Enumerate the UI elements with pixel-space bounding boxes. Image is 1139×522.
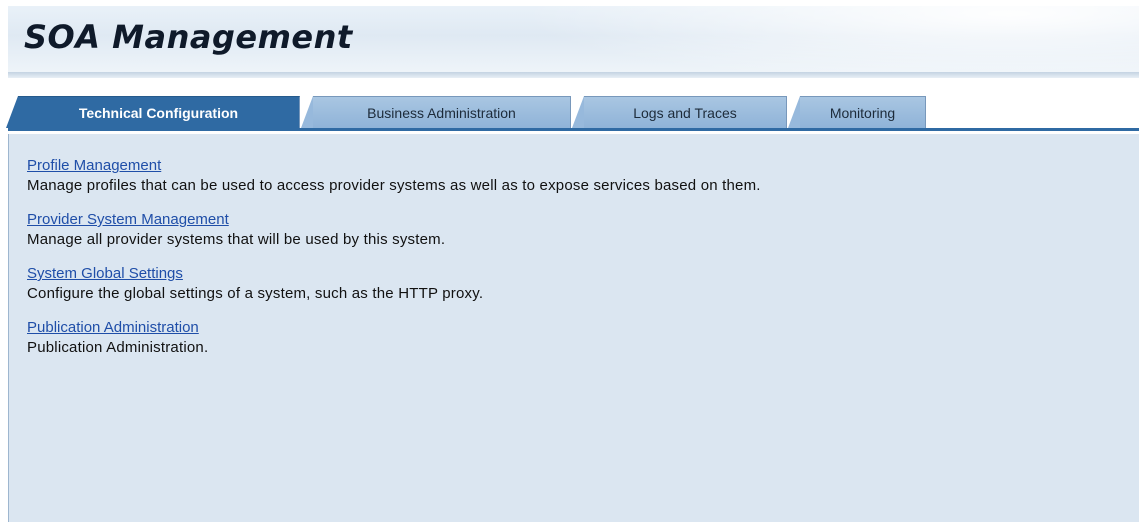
tab-label: Business Administration bbox=[367, 105, 516, 121]
tab-edge bbox=[572, 96, 584, 128]
tab-monitoring[interactable]: Monitoring bbox=[788, 96, 926, 128]
profile-management-description: Manage profiles that can be used to acce… bbox=[27, 177, 761, 194]
header-sheen bbox=[519, 6, 1139, 72]
system-global-settings-description: Configure the global settings of a syste… bbox=[27, 285, 484, 302]
tab-content-panel: Profile Management Manage profiles that … bbox=[8, 134, 1139, 522]
list-item: Publication Administration Publication A… bbox=[27, 318, 761, 358]
publication-administration-link[interactable]: Publication Administration bbox=[27, 318, 761, 338]
tab-business-administration[interactable]: Business Administration bbox=[301, 96, 571, 128]
page-header: SOA Management bbox=[8, 6, 1139, 72]
page-title: SOA Management bbox=[24, 18, 353, 56]
tab-strip: Technical Configuration Business Adminis… bbox=[6, 78, 1139, 134]
publication-administration-description: Publication Administration. bbox=[27, 339, 209, 356]
soa-management-window: SOA Management Technical Configuration B… bbox=[6, 6, 1139, 522]
tab-technical-configuration[interactable]: Technical Configuration bbox=[6, 96, 300, 128]
provider-system-management-link[interactable]: Provider System Management bbox=[27, 210, 761, 230]
provider-system-management-description: Manage all provider systems that will be… bbox=[27, 231, 446, 248]
tab-label: Logs and Traces bbox=[633, 105, 737, 121]
tab-underline bbox=[8, 128, 1139, 131]
tab-edge bbox=[788, 96, 800, 128]
system-global-settings-link[interactable]: System Global Settings bbox=[27, 264, 761, 284]
profile-management-link[interactable]: Profile Management bbox=[27, 156, 761, 176]
tab-label: Technical Configuration bbox=[78, 105, 239, 121]
tab-label: Monitoring bbox=[829, 105, 896, 121]
tab-logs-and-traces[interactable]: Logs and Traces bbox=[572, 96, 787, 128]
list-item: Provider System Management Manage all pr… bbox=[27, 210, 761, 250]
tab-edge bbox=[301, 96, 313, 128]
list-item: System Global Settings Configure the glo… bbox=[27, 264, 761, 304]
tab-edge bbox=[6, 96, 18, 128]
list-item: Profile Management Manage profiles that … bbox=[27, 156, 761, 196]
configuration-list: Profile Management Manage profiles that … bbox=[27, 156, 761, 372]
